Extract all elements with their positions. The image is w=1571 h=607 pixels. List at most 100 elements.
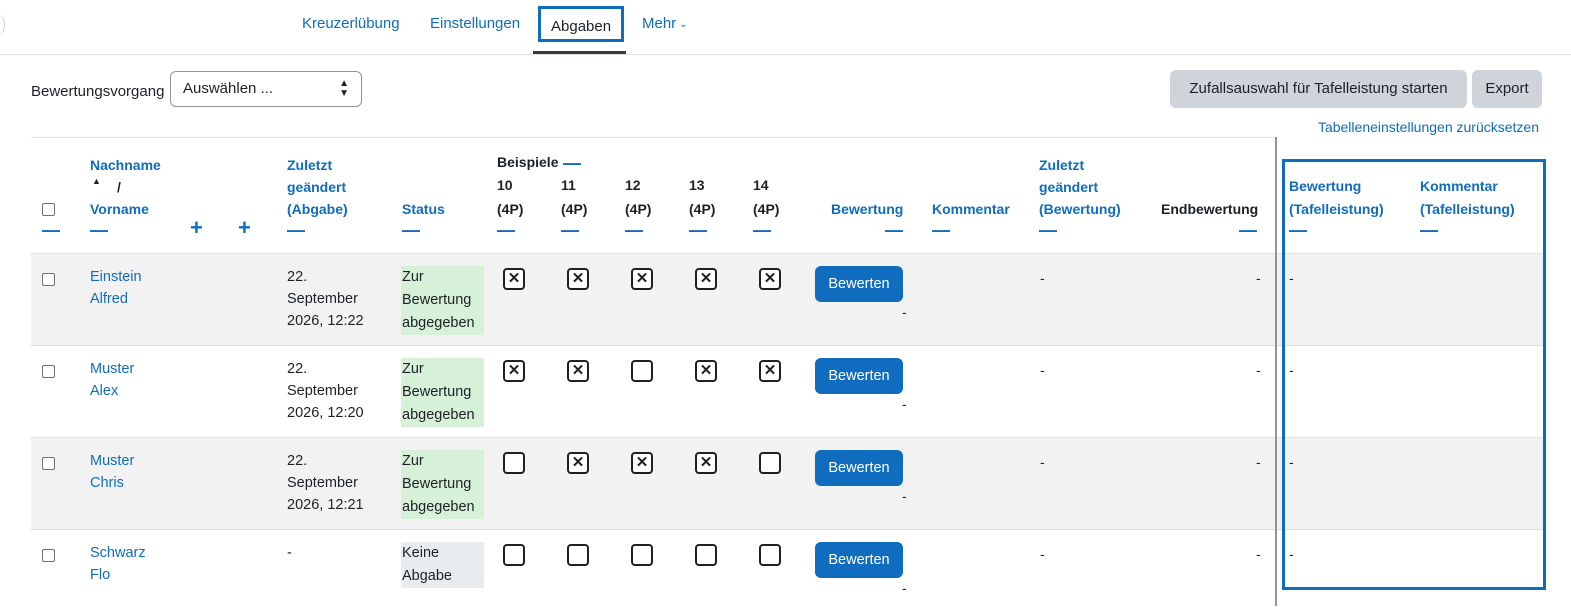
- header-modified-grade-line1[interactable]: Zuletzt: [1039, 154, 1084, 176]
- final-grade-value: -: [1256, 270, 1261, 286]
- grade-button[interactable]: Bewerten: [815, 450, 903, 486]
- lastname-link[interactable]: Muster: [90, 358, 134, 380]
- modified-grade-value: -: [1040, 546, 1045, 562]
- collapse-comment-column[interactable]: —: [932, 221, 950, 239]
- crossed-box-icon: ✕: [503, 268, 525, 290]
- expand-column-1[interactable]: +: [190, 217, 203, 239]
- firstname-link[interactable]: Alfred: [90, 288, 128, 310]
- status-line: Bewertung: [402, 476, 472, 492]
- lastname-link[interactable]: Einstein: [90, 266, 142, 288]
- header-kommentar[interactable]: Kommentar: [932, 198, 1010, 220]
- collapse-modified-column[interactable]: —: [287, 221, 305, 239]
- modified-date-line: 2026, 12:21: [287, 497, 364, 513]
- tab-abgaben[interactable]: Abgaben: [538, 6, 625, 42]
- status-line: Zur: [402, 453, 424, 469]
- crossed-box-icon: ✕: [631, 452, 653, 474]
- header-nachname[interactable]: Nachname: [90, 154, 161, 176]
- select-all-checkbox[interactable]: [42, 203, 55, 216]
- status-line: abgegeben: [402, 407, 475, 423]
- modified-date-line: September: [287, 475, 358, 491]
- header-bewertung[interactable]: Bewertung: [831, 198, 903, 220]
- collapse-examples-group[interactable]: —: [563, 154, 581, 172]
- active-tab-indicator: [533, 51, 626, 54]
- board-performance-highlight: [1282, 159, 1546, 590]
- modified-date-line: September: [287, 291, 358, 307]
- grade-button[interactable]: Bewerten: [815, 358, 903, 394]
- collapse-example-10[interactable]: —: [497, 221, 515, 239]
- collapse-final-grade-column[interactable]: —: [1239, 221, 1257, 239]
- crossed-box-icon: ✕: [567, 268, 589, 290]
- header-modified-submission-line1[interactable]: Zuletzt: [287, 154, 332, 176]
- collapse-example-11[interactable]: —: [561, 221, 579, 239]
- modified-date-line: 22.: [287, 361, 308, 377]
- checkbox-icon: [631, 544, 653, 566]
- collapse-example-14[interactable]: —: [753, 221, 771, 239]
- checkbox-icon: [503, 452, 525, 474]
- row-select-checkbox[interactable]: [42, 273, 55, 286]
- crossed-box-icon: ✕: [503, 360, 525, 382]
- firstname-link[interactable]: Alex: [90, 380, 118, 402]
- reset-table-preferences-link[interactable]: Tabelleneinstellungen zurücksetzen: [1318, 119, 1539, 135]
- header-modified-grade-line2[interactable]: geändert: [1039, 176, 1098, 198]
- firstname-link[interactable]: Flo: [90, 564, 110, 586]
- firstname-link[interactable]: Chris: [90, 472, 124, 494]
- crossed-box-icon: ✕: [695, 452, 717, 474]
- grading-action-select[interactable]: Auswählen ... ▲ ▼: [170, 71, 362, 107]
- grading-action-label: Bewertungsvorgang: [31, 83, 165, 100]
- lastname-link[interactable]: Muster: [90, 450, 134, 472]
- secondary-navigation: Kreuzerlübung Einstellungen Abgaben Mehr…: [0, 0, 1571, 55]
- grade-value: -: [902, 580, 907, 596]
- header-example-12: 12: [625, 177, 641, 193]
- header-example-14-points: (4P): [753, 201, 780, 217]
- checkbox-icon: [759, 452, 781, 474]
- header-vorname[interactable]: Vorname: [90, 198, 149, 220]
- tab-einstellungen[interactable]: Einstellungen: [430, 15, 520, 32]
- row-select-checkbox[interactable]: [42, 549, 55, 562]
- random-selection-button[interactable]: Zufallsauswahl für Tafelleistung starten: [1170, 70, 1467, 108]
- header-example-11-points: (4P): [561, 201, 588, 217]
- crossed-box-icon: ✕: [567, 452, 589, 474]
- crossed-box-icon: ✕: [759, 268, 781, 290]
- status-line: Zur: [402, 269, 424, 285]
- header-modified-grade-line3[interactable]: (Bewertung): [1039, 198, 1121, 220]
- modified-grade-value: -: [1040, 454, 1045, 470]
- header-status[interactable]: Status: [402, 198, 445, 220]
- tab-kreuzeluebung[interactable]: Kreuzerlübung: [302, 15, 400, 32]
- sort-up-icon: ▲: [92, 176, 101, 186]
- collapse-select-column[interactable]: —: [42, 221, 60, 239]
- status-badge: Zur Bewertung abgegeben: [401, 450, 484, 519]
- status-line: abgegeben: [402, 315, 475, 331]
- collapse-example-13[interactable]: —: [689, 221, 707, 239]
- modified-date-line: 22.: [287, 453, 308, 469]
- tab-mehr[interactable]: Mehr ⌄: [642, 15, 688, 32]
- modified-date-line: -: [287, 545, 292, 561]
- header-endbewertung: Endbewertung: [1161, 201, 1259, 217]
- grading-action-value: Auswählen ...: [183, 80, 274, 97]
- collapse-name-column[interactable]: —: [90, 221, 108, 239]
- header-modified-submission-line3[interactable]: (Abgabe): [287, 198, 348, 220]
- export-button[interactable]: Export: [1472, 70, 1542, 108]
- column-divider: [1275, 137, 1277, 606]
- collapse-example-12[interactable]: —: [625, 221, 643, 239]
- modified-date-line: 2026, 12:20: [287, 405, 364, 421]
- expand-column-2[interactable]: +: [238, 217, 251, 239]
- collapse-grade-column[interactable]: —: [885, 221, 903, 239]
- header-example-10-points: (4P): [497, 201, 524, 217]
- header-modified-submission-line2[interactable]: geändert: [287, 176, 346, 198]
- collapse-status-column[interactable]: —: [402, 221, 420, 239]
- status-line: abgegeben: [402, 499, 475, 515]
- modified-grade-value: -: [1040, 270, 1045, 286]
- grade-button[interactable]: Bewerten: [815, 266, 903, 302]
- collapse-modified-grade-column[interactable]: —: [1039, 221, 1057, 239]
- status-badge: Zur Bewertung abgegeben: [401, 358, 484, 427]
- status-line: Zur: [402, 361, 424, 377]
- grade-value: -: [902, 304, 907, 320]
- row-select-checkbox[interactable]: [42, 365, 55, 378]
- grade-value: -: [902, 396, 907, 412]
- crossed-box-icon: ✕: [695, 268, 717, 290]
- grade-button[interactable]: Bewerten: [815, 542, 903, 578]
- row-select-checkbox[interactable]: [42, 457, 55, 470]
- modified-date-line: 22.: [287, 269, 308, 285]
- status-line: Bewertung: [402, 384, 472, 400]
- lastname-link[interactable]: Schwarz: [90, 542, 146, 564]
